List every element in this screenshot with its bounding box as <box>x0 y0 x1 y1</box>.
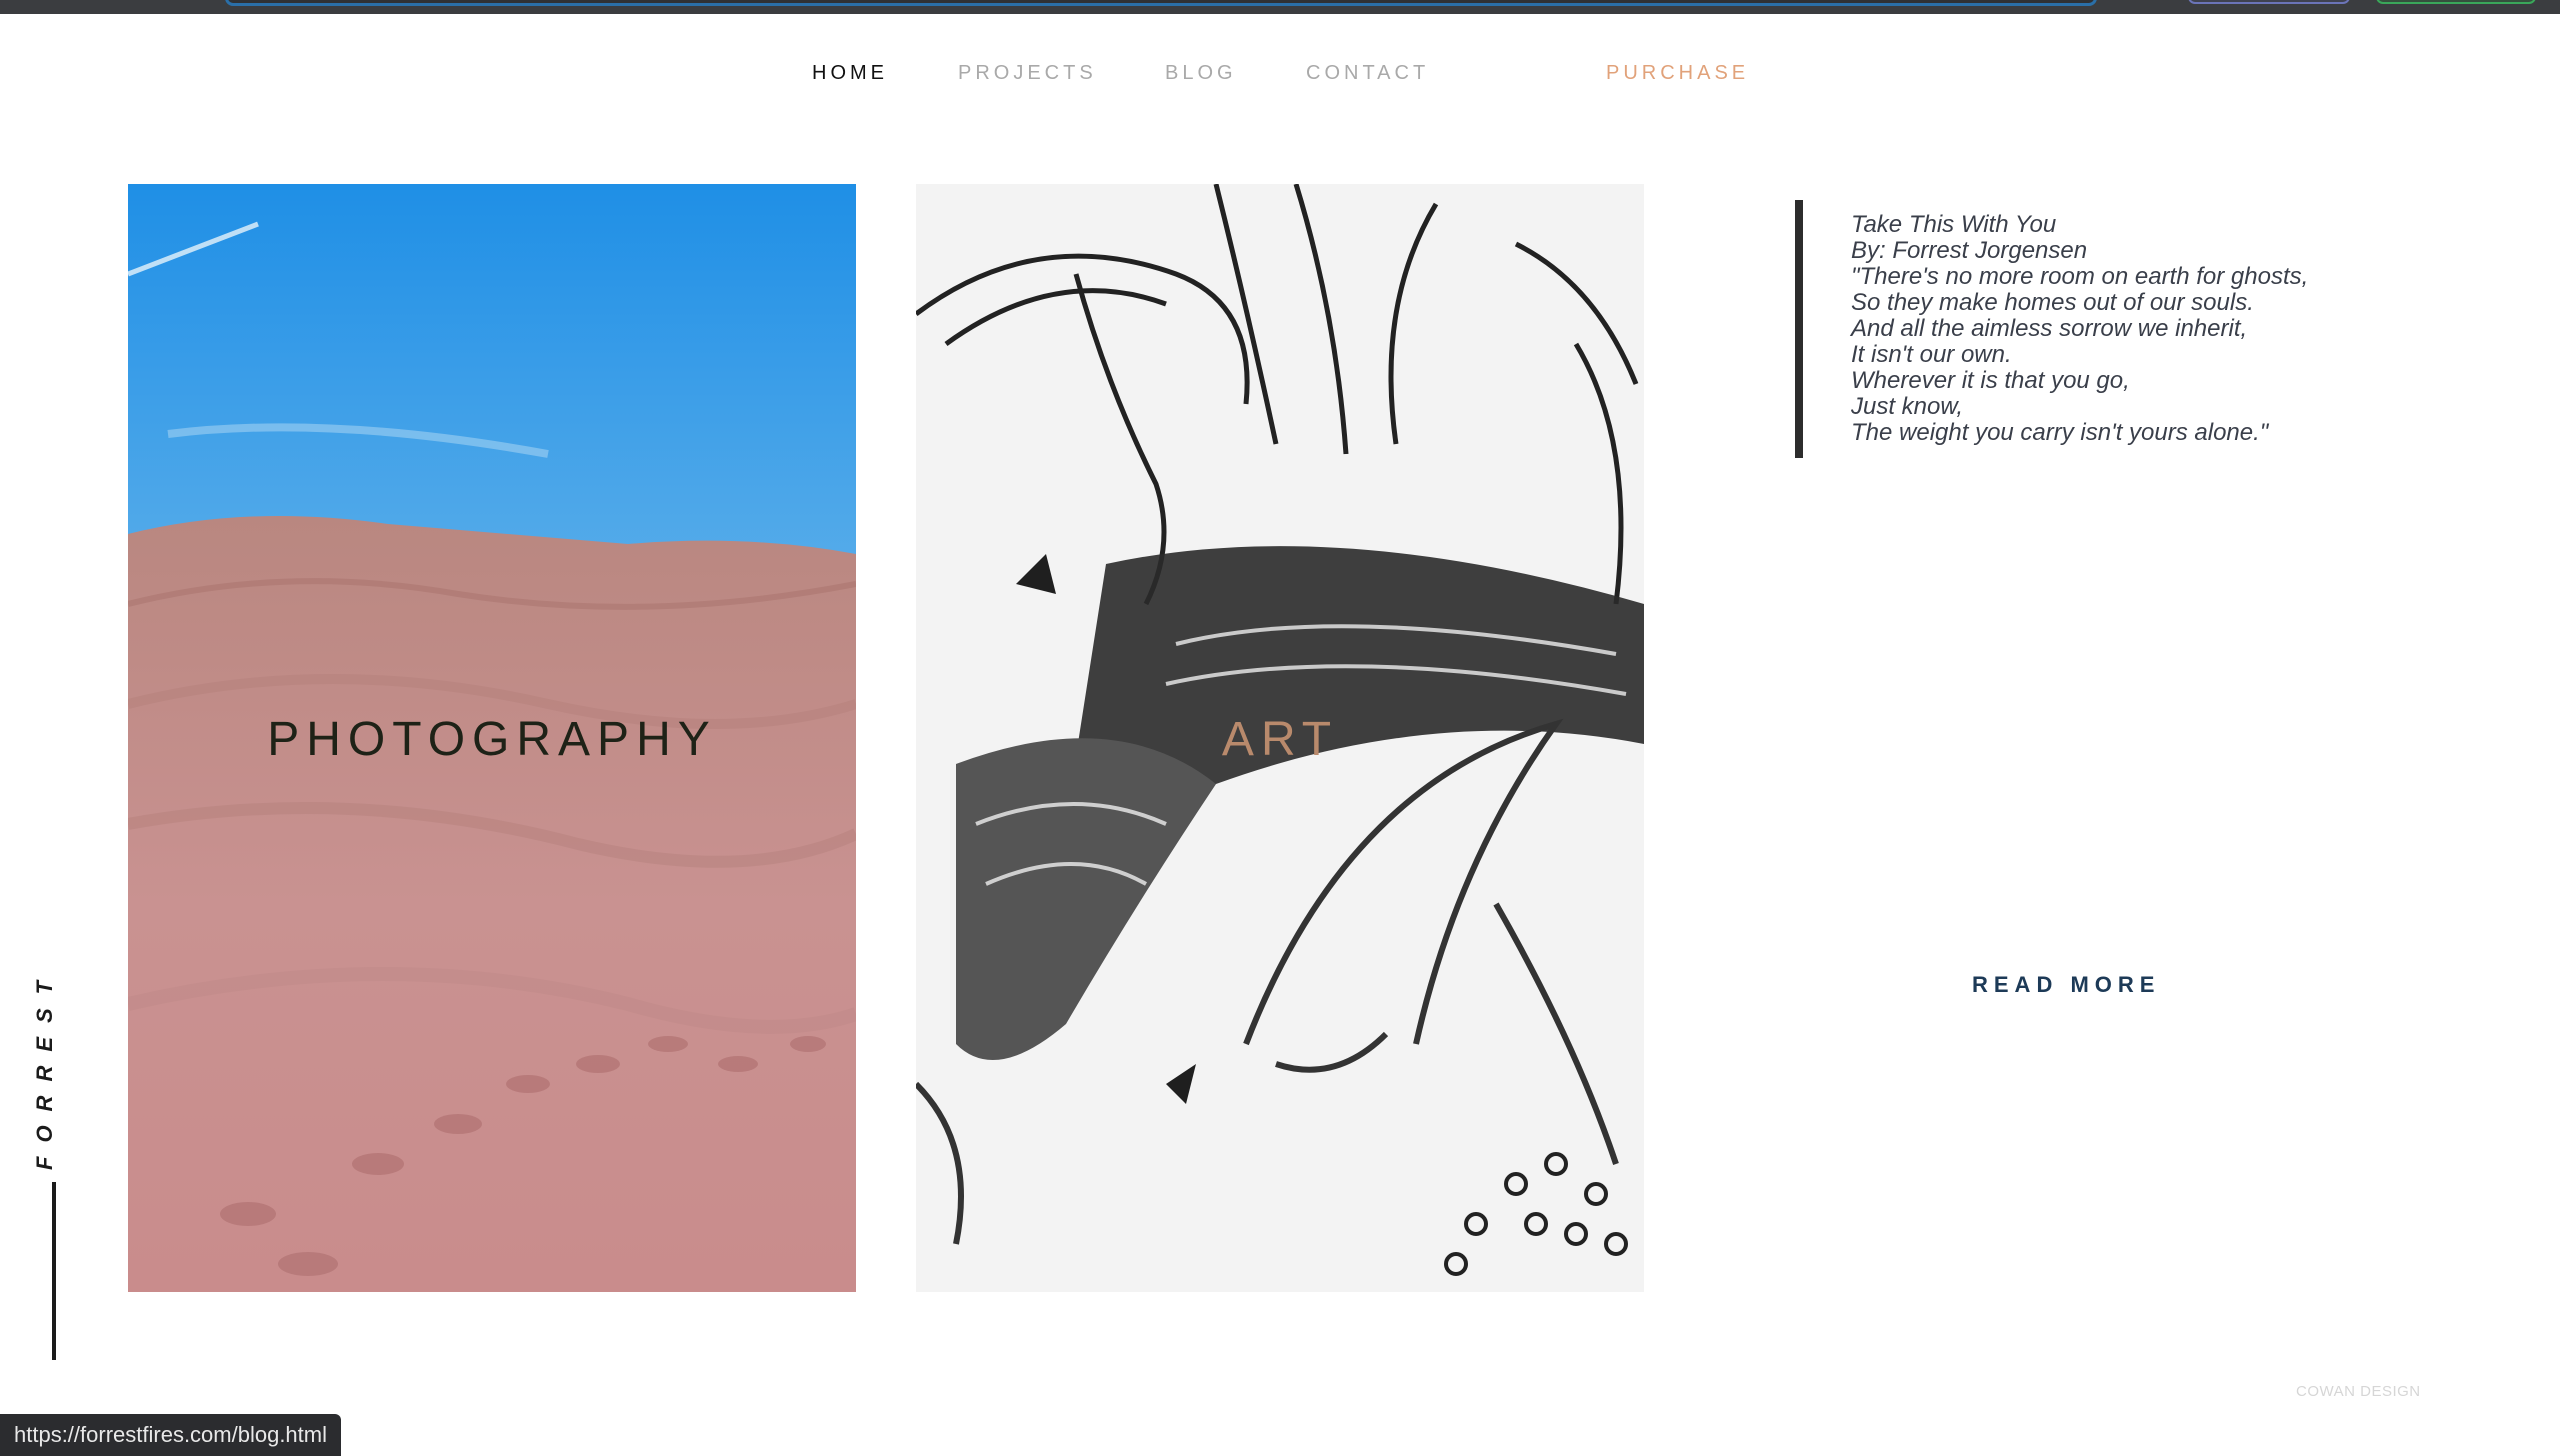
main-nav: HOME PROJECTS BLOG CONTACT PURCHASE <box>0 62 2560 98</box>
photography-label: PHOTOGRAPHY <box>267 713 717 766</box>
poem-author: By: Forrest Jorgensen <box>1851 237 2088 264</box>
poem: Take This With You By: Forrest Jorgensen… <box>1851 212 2471 446</box>
art-label: ART <box>1221 713 1339 766</box>
browser-address-bar[interactable] <box>225 0 2097 6</box>
art-card[interactable]: ART <box>916 184 1644 1292</box>
footer-credit[interactable]: COWAN DESIGN <box>2296 1383 2421 1400</box>
poem-line: It isn't our own. <box>1851 341 2012 368</box>
poem-line: So they make homes out of our souls. <box>1851 289 2254 316</box>
poem-line: "There's no more room on earth for ghost… <box>1851 263 2309 290</box>
nav-blog[interactable]: BLOG <box>1165 62 1237 85</box>
browser-chrome-strip <box>0 0 2560 14</box>
poem-accent-bar <box>1795 200 1803 458</box>
brand-divider-line <box>52 1182 56 1360</box>
browser-toolbar-button[interactable] <box>2188 0 2350 4</box>
browser-status-url: https://forrestfires.com/blog.html <box>0 1414 341 1456</box>
page: HOME PROJECTS BLOG CONTACT PURCHASE PHOT… <box>0 0 2560 1456</box>
nav-contact[interactable]: CONTACT <box>1306 62 1429 85</box>
photography-card[interactable]: PHOTOGRAPHY <box>128 184 856 1292</box>
nav-projects[interactable]: PROJECTS <box>958 62 1097 85</box>
poem-line: Wherever it is that you go, <box>1851 367 2130 394</box>
poem-line: The weight you carry isn't yours alone." <box>1851 419 2269 446</box>
nav-purchase[interactable]: PURCHASE <box>1606 62 1749 85</box>
poem-title: Take This With You <box>1851 211 2057 238</box>
browser-toolbar-button[interactable] <box>2376 0 2536 4</box>
brand-vertical-text: FORREST <box>32 966 57 1170</box>
read-more-link[interactable]: READ MORE <box>1972 972 2160 998</box>
nav-home[interactable]: HOME <box>812 62 888 85</box>
poem-line: And all the aimless sorrow we inherit, <box>1851 315 2248 342</box>
poem-line: Just know, <box>1851 393 1964 420</box>
